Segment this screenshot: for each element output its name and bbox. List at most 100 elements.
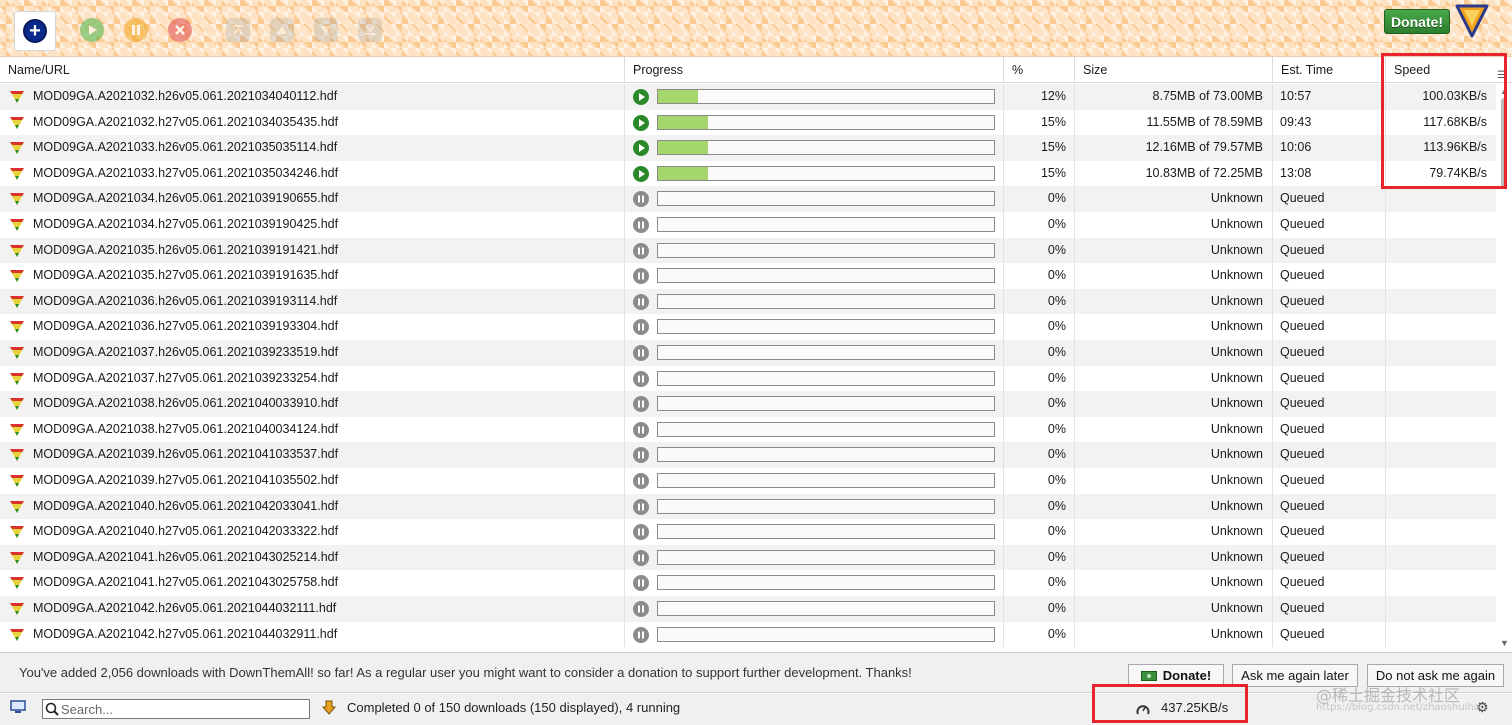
- cancel-button[interactable]: [160, 12, 200, 48]
- table-row[interactable]: MOD09GA.A2021037.h26v05.061.202103923351…: [0, 340, 1496, 366]
- running-status-icon[interactable]: [633, 89, 649, 105]
- progress-cell: [625, 340, 1004, 366]
- search-box[interactable]: [42, 699, 310, 719]
- table-row[interactable]: MOD09GA.A2021033.h26v05.061.202103503511…: [0, 135, 1496, 161]
- table-row[interactable]: MOD09GA.A2021034.h26v05.061.202103919065…: [0, 186, 1496, 212]
- column-header-percent[interactable]: %: [1004, 57, 1075, 83]
- scroll-down-icon[interactable]: ▼: [1500, 638, 1509, 648]
- table-row[interactable]: MOD09GA.A2021035.h26v05.061.202103919142…: [0, 237, 1496, 264]
- progress-cell: [625, 596, 1004, 622]
- progress-cell: [625, 84, 1004, 110]
- progress-bar: [657, 319, 995, 335]
- scrollbar-thumb[interactable]: [1501, 98, 1507, 188]
- table-row[interactable]: MOD09GA.A2021042.h27v05.061.202104403291…: [0, 621, 1496, 648]
- progress-bar: [657, 524, 995, 540]
- search-input[interactable]: [61, 701, 301, 717]
- column-header-size[interactable]: Size: [1075, 57, 1273, 83]
- table-row[interactable]: MOD09GA.A2021035.h27v05.061.202103919163…: [0, 263, 1496, 289]
- paused-status-icon[interactable]: [633, 268, 649, 285]
- move-bottom-button[interactable]: [350, 12, 390, 48]
- paused-status-icon[interactable]: [633, 217, 649, 233]
- column-header-est-time[interactable]: Est. Time: [1273, 57, 1386, 83]
- paused-status-icon[interactable]: [633, 191, 649, 208]
- column-header-speed[interactable]: Speed ☰: [1386, 57, 1512, 83]
- table-row[interactable]: MOD09GA.A2021034.h27v05.061.202103919042…: [0, 212, 1496, 238]
- paused-status-icon[interactable]: [633, 293, 649, 310]
- paused-status-icon[interactable]: [633, 601, 649, 617]
- paused-status-icon[interactable]: [633, 396, 649, 413]
- table-row[interactable]: MOD09GA.A2021038.h27v05.061.202104003412…: [0, 416, 1496, 443]
- size-cell: Unknown: [1075, 493, 1273, 520]
- donate-toolbar-button[interactable]: Donate!: [1384, 9, 1450, 34]
- running-status-icon[interactable]: [633, 114, 649, 131]
- running-status-icon[interactable]: [633, 165, 649, 182]
- move-down-icon: [314, 18, 338, 42]
- table-row[interactable]: MOD09GA.A2021040.h27v05.061.202104203332…: [0, 519, 1496, 545]
- table-row[interactable]: MOD09GA.A2021042.h26v05.061.202104403211…: [0, 596, 1496, 622]
- speed-cell: [1386, 238, 1496, 264]
- paused-status-icon[interactable]: [633, 549, 649, 566]
- size-cell: Unknown: [1075, 212, 1273, 238]
- paused-status-icon[interactable]: [633, 242, 649, 259]
- speed-cell: [1386, 596, 1496, 622]
- file-name-cell: MOD09GA.A2021036.h26v05.061.202103919311…: [0, 288, 625, 315]
- column-header-name[interactable]: Name/URL: [0, 57, 625, 83]
- table-row[interactable]: MOD09GA.A2021041.h26v05.061.202104302521…: [0, 544, 1496, 571]
- table-row[interactable]: MOD09GA.A2021036.h26v05.061.202103919311…: [0, 288, 1496, 315]
- file-name-cell: MOD09GA.A2021036.h27v05.061.202103919330…: [0, 314, 625, 340]
- file-name: MOD09GA.A2021032.h26v05.061.202103404011…: [33, 89, 338, 103]
- table-row[interactable]: MOD09GA.A2021040.h26v05.061.202104203304…: [0, 493, 1496, 520]
- column-header-row: Name/URL Progress % Size Est. Time Speed…: [0, 57, 1512, 83]
- table-row[interactable]: MOD09GA.A2021041.h27v05.061.202104302575…: [0, 570, 1496, 596]
- progress-cell: [625, 314, 1004, 340]
- progress-cell: [625, 237, 1004, 264]
- paused-status-icon[interactable]: [633, 319, 649, 336]
- monitor-icon[interactable]: [10, 700, 26, 714]
- table-row[interactable]: MOD09GA.A2021033.h27v05.061.202103503424…: [0, 160, 1496, 187]
- column-header-progress[interactable]: Progress: [625, 57, 1004, 83]
- add-download-button[interactable]: +: [14, 11, 56, 51]
- table-row[interactable]: MOD09GA.A2021036.h27v05.061.202103919330…: [0, 314, 1496, 340]
- progress-cell: [625, 621, 1004, 648]
- donate-button[interactable]: Donate!: [1128, 664, 1224, 687]
- table-row[interactable]: MOD09GA.A2021039.h26v05.061.202104103353…: [0, 442, 1496, 468]
- size-cell: Unknown: [1075, 416, 1273, 443]
- move-top-button[interactable]: [218, 12, 258, 48]
- scroll-up-icon[interactable]: ▲: [1500, 86, 1509, 96]
- progress-cell: [625, 442, 1004, 468]
- table-row[interactable]: MOD09GA.A2021032.h27v05.061.202103403543…: [0, 109, 1496, 136]
- paused-status-icon[interactable]: [633, 473, 649, 489]
- table-row[interactable]: MOD09GA.A2021039.h27v05.061.202104103550…: [0, 468, 1496, 494]
- est-time-cell: Queued: [1273, 186, 1386, 212]
- est-time-cell: Queued: [1273, 621, 1386, 648]
- table-row[interactable]: MOD09GA.A2021038.h26v05.061.202104003391…: [0, 391, 1496, 417]
- progress-bar-fill: [658, 90, 699, 103]
- file-name-cell: MOD09GA.A2021039.h27v05.061.202104103550…: [0, 468, 625, 494]
- est-time-cell: Queued: [1273, 468, 1386, 494]
- paused-status-icon[interactable]: [633, 575, 649, 592]
- percent-cell: 0%: [1004, 416, 1075, 443]
- table-row[interactable]: MOD09GA.A2021037.h27v05.061.202103923325…: [0, 365, 1496, 392]
- move-up-button[interactable]: [262, 12, 302, 48]
- table-row[interactable]: MOD09GA.A2021032.h26v05.061.202103404011…: [0, 84, 1496, 110]
- paused-status-icon[interactable]: [633, 370, 649, 387]
- file-name: MOD09GA.A2021039.h26v05.061.202104103353…: [33, 447, 339, 462]
- size-cell: Unknown: [1075, 263, 1273, 289]
- resume-button[interactable]: [72, 12, 112, 48]
- paused-status-icon[interactable]: [633, 498, 649, 515]
- paused-status-icon[interactable]: [633, 626, 649, 643]
- progress-bar-fill: [658, 141, 709, 155]
- speed-cell: [1386, 417, 1496, 443]
- speed-cell: [1386, 622, 1496, 648]
- pause-button[interactable]: [116, 12, 156, 48]
- running-status-icon[interactable]: [633, 140, 649, 157]
- est-time-cell: Queued: [1273, 391, 1386, 417]
- vertical-scrollbar[interactable]: ▲ ▼: [1496, 84, 1512, 650]
- progress-bar: [657, 549, 995, 565]
- paused-status-icon[interactable]: [633, 524, 649, 541]
- paused-status-icon[interactable]: [633, 345, 649, 361]
- paused-status-icon[interactable]: [633, 421, 649, 438]
- paused-status-icon[interactable]: [633, 447, 649, 464]
- file-name-cell: MOD09GA.A2021038.h27v05.061.202104003412…: [0, 416, 625, 443]
- move-down-button[interactable]: [306, 12, 346, 48]
